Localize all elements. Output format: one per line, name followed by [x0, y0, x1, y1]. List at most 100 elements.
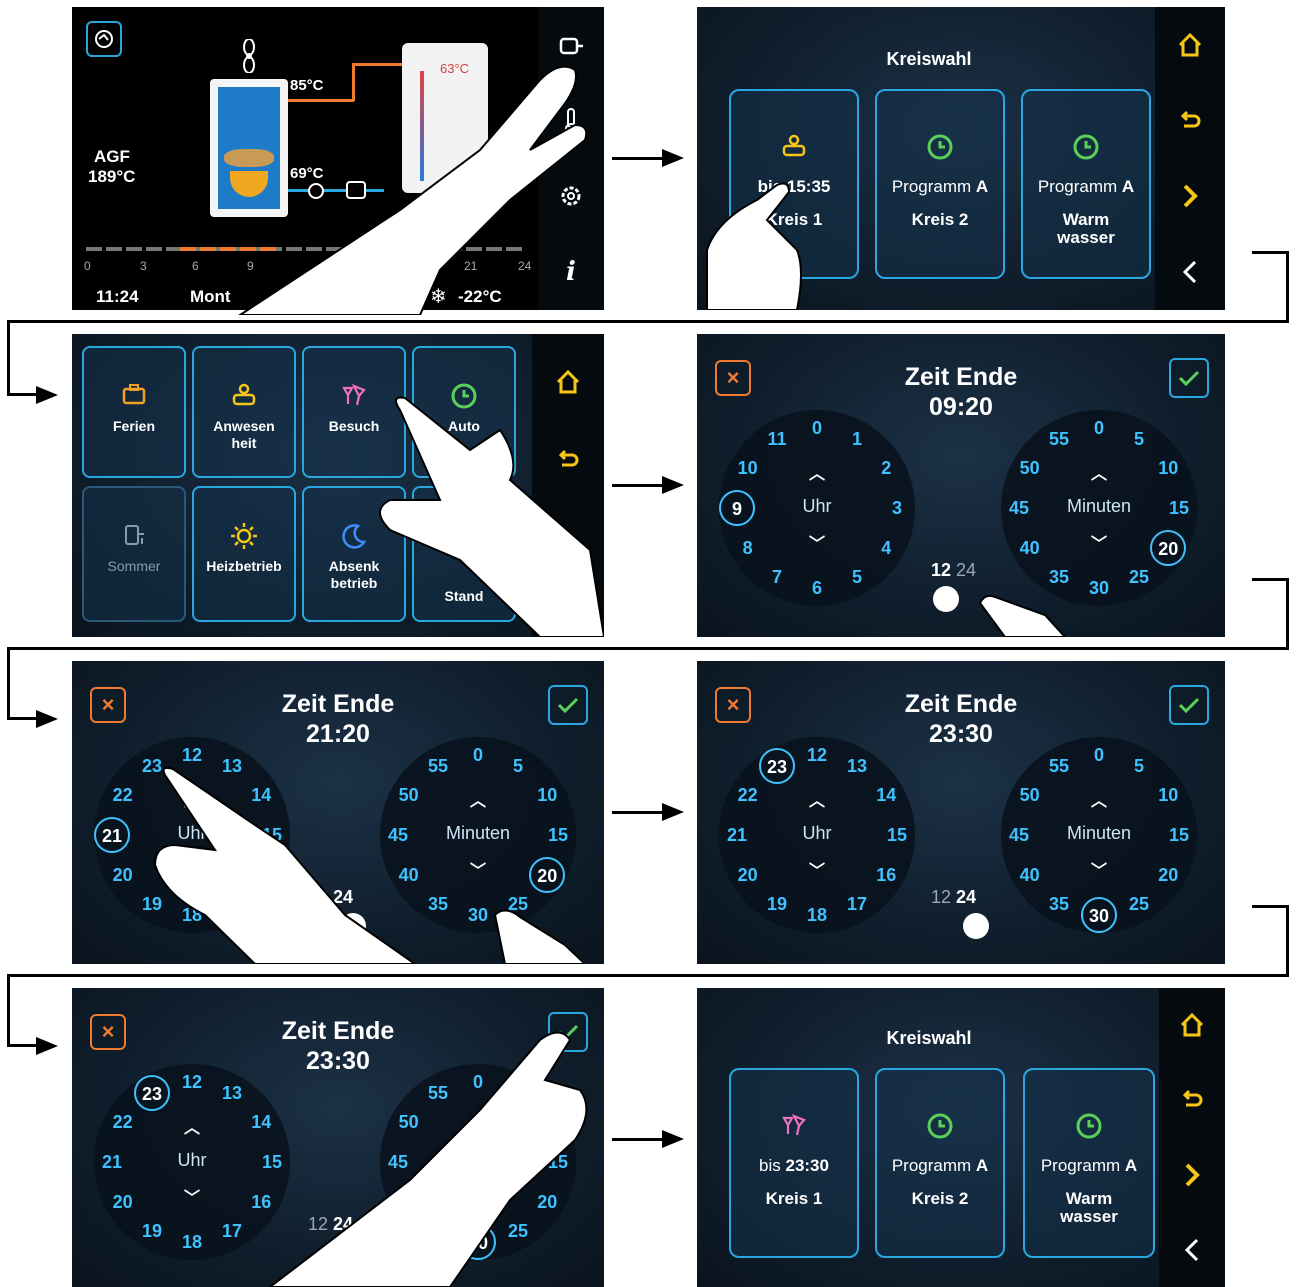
dial-number[interactable]: 15: [543, 1150, 573, 1174]
dial-number[interactable]: 0: [463, 743, 493, 767]
dial-number[interactable]: 23: [759, 747, 795, 784]
dial-number[interactable]: 55: [423, 754, 453, 778]
dial-number[interactable]: 5: [503, 754, 533, 778]
dial-number[interactable]: 45: [383, 1150, 413, 1174]
dial-number[interactable]: 50: [1015, 783, 1045, 807]
dial-number[interactable]: 55: [423, 1081, 453, 1105]
chevron-up-icon[interactable]: ︿: [468, 787, 488, 811]
dial-number[interactable]: 25: [503, 1219, 533, 1243]
dial-number[interactable]: 15: [1164, 496, 1194, 520]
format-toggle[interactable]: 12 24: [931, 560, 976, 581]
dial-number[interactable]: 20: [108, 863, 138, 887]
dial-number[interactable]: 30: [1084, 576, 1114, 600]
dial-number[interactable]: 9: [719, 490, 755, 526]
dial-number[interactable]: 17: [217, 1219, 247, 1243]
home-icon[interactable]: [1174, 1007, 1210, 1043]
dial-number[interactable]: 45: [1004, 496, 1034, 520]
dial-number[interactable]: 40: [394, 863, 424, 887]
dial-number[interactable]: 22: [733, 783, 763, 807]
dial-number[interactable]: 15: [1164, 823, 1194, 847]
minute-dial[interactable]: ︿ Minuten ﹀ 0 5 10 15 20 25 30 35 40 45 50 55: [1001, 737, 1197, 933]
dial-number[interactable]: 35: [423, 892, 453, 916]
dial-number[interactable]: 2: [871, 456, 901, 480]
dial-number[interactable]: 18: [177, 903, 207, 927]
dial-number[interactable]: 35: [1044, 565, 1074, 589]
hour-dial[interactable]: ︿ Uhr ﹀ 12 13 14 15 16 17 18 19 20 21 22 23: [94, 1064, 290, 1260]
dial-number[interactable]: 18: [802, 903, 832, 927]
chevron-left-icon[interactable]: [1174, 1232, 1210, 1268]
dial-number[interactable]: 5: [1124, 754, 1154, 778]
hour-dial[interactable]: ︿ Uhr ﹀ 12 13 14 15 16 17 18 19 20 21 22 23: [94, 737, 290, 933]
tile-absenkbetrieb[interactable]: Absenk betrieb: [302, 486, 406, 622]
dial-number[interactable]: 20: [1153, 863, 1183, 887]
dial-number[interactable]: 10: [532, 1110, 562, 1134]
dial-number[interactable]: 12: [177, 743, 207, 767]
thermometer-icon[interactable]: [553, 103, 589, 139]
gear-icon[interactable]: [553, 178, 589, 214]
dial-number[interactable]: 17: [217, 892, 247, 916]
menu-button[interactable]: [86, 21, 122, 57]
dial-number[interactable]: 20: [1150, 530, 1187, 566]
hour-dial[interactable]: ︿ Uhr ﹀ 12 13 14 15 16 17 18 19 20 21 22 23: [719, 737, 915, 933]
tile-ferien[interactable]: Ferien: [82, 346, 186, 478]
dial-number[interactable]: 8: [733, 536, 763, 560]
chevron-down-icon[interactable]: ﹀: [1089, 857, 1109, 881]
dial-number[interactable]: 23: [137, 754, 167, 778]
chevron-up-icon[interactable]: ︿: [1089, 787, 1109, 811]
kreis-2-box[interactable]: Programm A Kreis 2: [875, 1068, 1005, 1258]
dial-number[interactable]: 15: [257, 1150, 287, 1174]
dial-number[interactable]: 14: [246, 783, 276, 807]
home-icon[interactable]: [550, 364, 586, 400]
warmwasser-box[interactable]: Programm A Warm wasser: [1021, 89, 1151, 279]
dial-number[interactable]: 25: [503, 892, 533, 916]
tile-besuch[interactable]: Besuch: [302, 346, 406, 478]
dial-number[interactable]: 14: [871, 783, 901, 807]
kreis-2-box[interactable]: Programm A Kreis 2: [875, 89, 1005, 279]
chevron-up-icon[interactable]: ︿: [807, 787, 827, 811]
info-icon[interactable]: i: [553, 254, 589, 290]
back-icon[interactable]: [550, 442, 586, 478]
back-icon[interactable]: [1172, 103, 1208, 139]
dial-number[interactable]: 45: [1004, 823, 1034, 847]
dial-number[interactable]: 40: [1015, 863, 1045, 887]
dial-number[interactable]: 30: [463, 903, 493, 927]
dial-number[interactable]: 0: [463, 1070, 493, 1094]
dial-number[interactable]: 0: [802, 416, 832, 440]
dial-number[interactable]: 30: [460, 1224, 496, 1260]
dial-number[interactable]: 5: [842, 565, 872, 589]
chevron-up-icon[interactable]: ︿: [182, 787, 202, 811]
dial-number[interactable]: 20: [733, 863, 763, 887]
tile-sommer[interactable]: Sommer: [82, 486, 186, 622]
dial-number[interactable]: 22: [108, 1110, 138, 1134]
dial-number[interactable]: 13: [217, 1081, 247, 1105]
dial-number[interactable]: 21: [94, 817, 130, 853]
chevron-down-icon[interactable]: ﹀: [807, 530, 827, 554]
chevron-up-icon[interactable]: ︿: [468, 1114, 488, 1138]
dial-number[interactable]: 23: [134, 1074, 170, 1111]
dial-number[interactable]: 50: [394, 1110, 424, 1134]
chevron-up-icon[interactable]: ︿: [1089, 460, 1109, 484]
chevron-left-icon[interactable]: [1172, 254, 1208, 290]
dial-number[interactable]: 16: [871, 863, 901, 887]
dial-number[interactable]: 40: [394, 1190, 424, 1214]
toggle-knob[interactable]: [933, 586, 959, 612]
dial-number[interactable]: 11: [762, 427, 792, 451]
dial-number[interactable]: 7: [762, 565, 792, 589]
dial-number[interactable]: 5: [503, 1081, 533, 1105]
back-icon[interactable]: [1174, 1082, 1210, 1118]
dial-number[interactable]: 14: [246, 1110, 276, 1134]
dial-number[interactable]: 16: [246, 1190, 276, 1214]
chevron-up-icon[interactable]: ︿: [807, 460, 827, 484]
dial-number[interactable]: 0: [1084, 743, 1114, 767]
dial-number[interactable]: 1: [842, 427, 872, 451]
dial-number[interactable]: 3: [882, 496, 912, 520]
dial-number[interactable]: 55: [1044, 754, 1074, 778]
chevron-down-icon[interactable]: ﹀: [468, 1184, 488, 1208]
dial-number[interactable]: 21: [97, 1150, 127, 1174]
minute-dial[interactable]: ︿ Minuten ﹀ 0 5 10 15 20 25 30 35 40 45 50 55: [1001, 410, 1197, 606]
dial-number[interactable]: 12: [177, 1070, 207, 1094]
dial-number[interactable]: 45: [383, 823, 413, 847]
chevron-right-icon[interactable]: [1174, 1157, 1210, 1193]
dial-number[interactable]: 55: [1044, 427, 1074, 451]
dial-number[interactable]: 35: [423, 1219, 453, 1243]
